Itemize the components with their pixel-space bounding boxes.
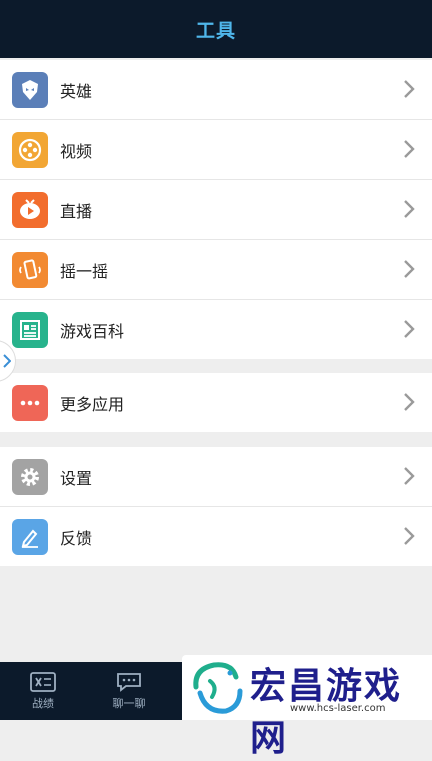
chevron-right-icon bbox=[3, 354, 11, 368]
menu-item-label: 英雄 bbox=[60, 81, 93, 101]
menu-item-live[interactable]: 直播 bbox=[0, 180, 432, 240]
tab-chat[interactable]: 聊一聊 bbox=[86, 662, 172, 720]
live-play-icon bbox=[12, 192, 48, 228]
hero-mask-icon bbox=[12, 72, 48, 108]
tools-group-settings: 设置 反馈 bbox=[0, 447, 432, 566]
menu-item-label: 设置 bbox=[60, 468, 93, 488]
menu-item-label: 游戏百科 bbox=[60, 321, 125, 341]
menu-item-more-apps[interactable]: 更多应用 bbox=[0, 373, 432, 432]
tab-record[interactable]: 战绩 bbox=[0, 662, 86, 720]
menu-item-label: 反馈 bbox=[60, 528, 93, 548]
chat-bubble-icon bbox=[117, 672, 141, 692]
page-title: 工具 bbox=[195, 19, 236, 42]
dragon-logo-icon bbox=[193, 662, 243, 714]
menu-item-label: 摇一摇 bbox=[60, 261, 109, 281]
tools-group-main: 英雄 视频 直播 摇一摇 游戏百科 bbox=[0, 60, 432, 359]
tools-group-apps: 更多应用 bbox=[0, 373, 432, 432]
film-reel-icon bbox=[12, 132, 48, 168]
menu-item-feedback[interactable]: 反馈 bbox=[0, 507, 432, 566]
menu-item-label: 更多应用 bbox=[60, 394, 125, 414]
menu-item-label: 视频 bbox=[60, 141, 93, 161]
menu-item-encyclopedia[interactable]: 游戏百科 bbox=[0, 300, 432, 359]
watermark-url: www.hcs-laser.com bbox=[290, 703, 386, 714]
chevron-right-icon bbox=[404, 80, 415, 98]
pencil-icon bbox=[12, 519, 48, 555]
chevron-right-icon bbox=[404, 200, 415, 218]
record-card-icon bbox=[30, 671, 56, 692]
title-bar: 工具 bbox=[0, 0, 432, 58]
tab-label: 聊一聊 bbox=[112, 696, 146, 710]
gear-icon bbox=[12, 459, 48, 495]
menu-item-settings[interactable]: 设置 bbox=[0, 447, 432, 507]
chevron-right-icon bbox=[404, 260, 415, 278]
chevron-right-icon bbox=[404, 140, 415, 158]
menu-item-video[interactable]: 视频 bbox=[0, 120, 432, 180]
encyclopedia-icon bbox=[12, 312, 48, 348]
tab-label: 战绩 bbox=[32, 696, 54, 710]
chevron-right-icon bbox=[404, 320, 415, 338]
more-dots-icon bbox=[12, 385, 48, 421]
bottom-tab-bar: 战绩 聊一聊 bbox=[0, 662, 182, 720]
chevron-right-icon bbox=[404, 467, 415, 485]
chevron-right-icon bbox=[404, 527, 415, 545]
menu-item-shake[interactable]: 摇一摇 bbox=[0, 240, 432, 300]
watermark-banner: 宏昌游戏网 www.hcs-laser.com bbox=[182, 655, 432, 759]
menu-item-hero[interactable]: 英雄 bbox=[0, 60, 432, 120]
shake-phone-icon bbox=[12, 252, 48, 288]
menu-item-label: 直播 bbox=[60, 201, 93, 221]
chevron-right-icon bbox=[404, 393, 415, 411]
